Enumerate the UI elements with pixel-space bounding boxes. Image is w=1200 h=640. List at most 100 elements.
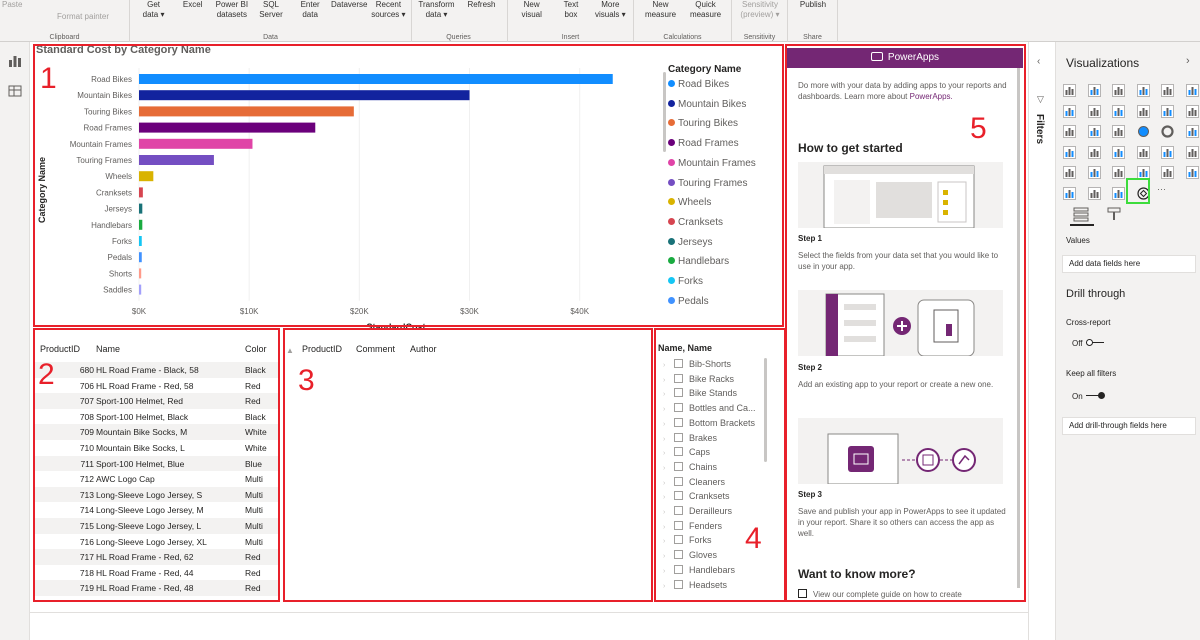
callout-number-5: 5: [970, 112, 987, 145]
cross-report-knob: [1085, 339, 1093, 346]
expand-pane-icon[interactable]: ›: [1186, 55, 1190, 67]
smart-narrative-visual-icon[interactable]: [1112, 187, 1125, 200]
r-visual-visual-icon[interactable]: [1161, 166, 1174, 180]
100-bar-visual-icon[interactable]: [1161, 84, 1174, 97]
ribbon-group-queries: Transform data ▾ Refresh Queries: [410, 0, 508, 42]
multi-row-card-visual-icon[interactable]: [1185, 145, 1199, 159]
format-paint-roller-icon[interactable]: [1106, 206, 1122, 222]
ribbon-group-calculations: New measure Quick measure Calculations: [634, 0, 732, 42]
key-influencers-visual-icon[interactable]: [1063, 187, 1076, 200]
ribbon-button-power-bi[interactable]: Power BI datasets: [212, 0, 251, 20]
keep-filters-state: On: [1072, 392, 1083, 401]
ribbon-button-new[interactable]: New measure: [638, 0, 683, 20]
highlight-box-1: [33, 44, 784, 327]
callout-number-4: 4: [745, 522, 762, 555]
stacked-column-visual-icon[interactable]: [1087, 84, 1101, 97]
slicer-visual-icon[interactable]: [1087, 166, 1101, 180]
ribbon-group-title: Calculations: [663, 34, 702, 41]
100-column-visual-icon[interactable]: [1185, 84, 1199, 97]
ribbon-button-new[interactable]: New visual: [512, 0, 551, 20]
highlight-box-5: [785, 44, 1026, 602]
clustered-bar-visual-icon[interactable]: [1112, 84, 1125, 97]
qa-visual-icon[interactable]: [1087, 187, 1101, 200]
collapse-filters-icon[interactable]: ‹: [1037, 56, 1040, 67]
pie-visual-icon[interactable]: [1137, 125, 1150, 138]
page-tabs-strip: [30, 612, 1028, 640]
keep-filters-knob: [1097, 392, 1105, 399]
keep-filters-toggle[interactable]: On: [1072, 392, 1105, 401]
clustered-column-visual-icon[interactable]: [1136, 84, 1150, 97]
ribbon-button-more[interactable]: More visuals ▾: [591, 0, 630, 20]
ribbon-button-text[interactable]: Text box: [551, 0, 590, 20]
ribbon-group-clipboard: Paste Format painter Clipboard: [0, 0, 130, 42]
waterfall-visual-icon[interactable]: [1063, 125, 1076, 138]
filled-map-visual-icon[interactable]: [1087, 145, 1101, 159]
ribbon-button-enter[interactable]: Enter data: [291, 0, 330, 20]
ribbon-group-data: Get data ▾ Excel Power BI datasets SQL Serv…: [130, 0, 412, 42]
treemap-visual-icon[interactable]: [1185, 125, 1199, 138]
area-visual-icon[interactable]: [1087, 104, 1101, 118]
ribbon-group-title: Share: [803, 34, 822, 41]
line-visual-icon[interactable]: [1063, 104, 1076, 118]
drill-through-title: Drill through: [1066, 288, 1126, 300]
scatter-visual-icon[interactable]: [1112, 125, 1125, 138]
active-tab-underline: [1070, 224, 1094, 226]
filter-funnel-icon: ▽: [1037, 94, 1044, 104]
cross-report-state: Off: [1072, 339, 1083, 348]
left-rail: [0, 42, 30, 640]
ribbon-button-transform[interactable]: Transform data ▾: [414, 0, 459, 20]
ribbon-button-publish[interactable]: Publish: [792, 0, 834, 10]
stacked-bar-visual-icon[interactable]: [1063, 84, 1076, 97]
callout-number-3: 3: [298, 364, 315, 397]
donut-visual-icon[interactable]: [1161, 125, 1174, 138]
ribbon-group-insert: New visual Text box More visuals ▾ Insert: [508, 0, 634, 42]
line-clustered-visual-icon[interactable]: [1161, 104, 1174, 118]
data-view-icon[interactable]: [8, 84, 22, 98]
ribbon-group-sensitivity: Sensitivity (preview) ▾ Sensitivity: [732, 0, 788, 42]
ribbon-group-title: Clipboard: [49, 34, 80, 41]
map-visual-icon[interactable]: [1063, 145, 1076, 159]
ribbon-button-sql[interactable]: SQL Server: [251, 0, 290, 20]
ribbon-button-sensitivity[interactable]: Sensitivity (preview) ▾: [736, 0, 784, 20]
card-visual-icon[interactable]: [1161, 145, 1174, 159]
keep-filters-track: [1085, 392, 1105, 399]
visualizations-title: Visualizations: [1066, 56, 1140, 70]
ribbon-visual-icon[interactable]: [1185, 104, 1199, 118]
cross-report-label: Cross-report: [1066, 318, 1111, 327]
keep-filters-label: Keep all filters: [1066, 369, 1117, 378]
ribbon-button-get[interactable]: Get data ▾: [134, 0, 173, 20]
highlight-box-3: [283, 328, 653, 602]
ribbon-button-quick[interactable]: Quick measure: [683, 0, 728, 20]
highlight-box-4: [654, 328, 786, 602]
add-data-fields-well[interactable]: Add data fields here: [1062, 255, 1196, 273]
stacked-area-visual-icon[interactable]: [1112, 104, 1125, 118]
report-view-icon[interactable]: [8, 54, 22, 68]
values-label: Values: [1066, 236, 1090, 245]
callout-number-1: 1: [40, 62, 57, 95]
highlight-box-2: [33, 328, 280, 602]
ribbon-button-paste[interactable]: Paste: [2, 0, 36, 10]
ribbon-button-refresh[interactable]: Refresh: [459, 0, 504, 10]
more-visuals-icon[interactable]: ···: [1157, 184, 1166, 194]
cross-report-toggle[interactable]: Off: [1072, 339, 1104, 348]
fields-well-icon[interactable]: [1072, 206, 1090, 222]
table-visual-icon[interactable]: [1112, 166, 1125, 180]
funnel-visual-icon[interactable]: [1087, 125, 1101, 138]
add-drill-through-fields-well[interactable]: Add drill-through fields here: [1062, 417, 1196, 435]
ribbon-group-title: Insert: [561, 34, 580, 41]
kpi-visual-icon[interactable]: [1063, 166, 1076, 180]
ribbon-button-excel[interactable]: Excel: [173, 0, 212, 10]
gauge-visual-icon[interactable]: [1136, 145, 1150, 159]
line-column-visual-icon[interactable]: [1136, 104, 1150, 118]
ribbon-button-format-painter[interactable]: Format painter: [40, 12, 126, 22]
ribbon: Paste Format painter Clipboard Get data ▾ Ex…: [0, 0, 1200, 42]
filters-label[interactable]: Filters: [1034, 114, 1045, 144]
ribbon-button-recent[interactable]: Recent sources ▾: [369, 0, 408, 20]
cross-report-track: [1085, 339, 1104, 346]
python-visual-visual-icon[interactable]: [1185, 166, 1199, 180]
ribbon-group-title: Sensitivity: [743, 34, 776, 41]
ribbon-group-share: Publish Share: [788, 0, 838, 42]
azure-map-visual-icon[interactable]: [1112, 145, 1125, 159]
ribbon-button-dataverse[interactable]: Dataverse: [330, 0, 369, 10]
ribbon-group-title: Data: [263, 34, 278, 41]
